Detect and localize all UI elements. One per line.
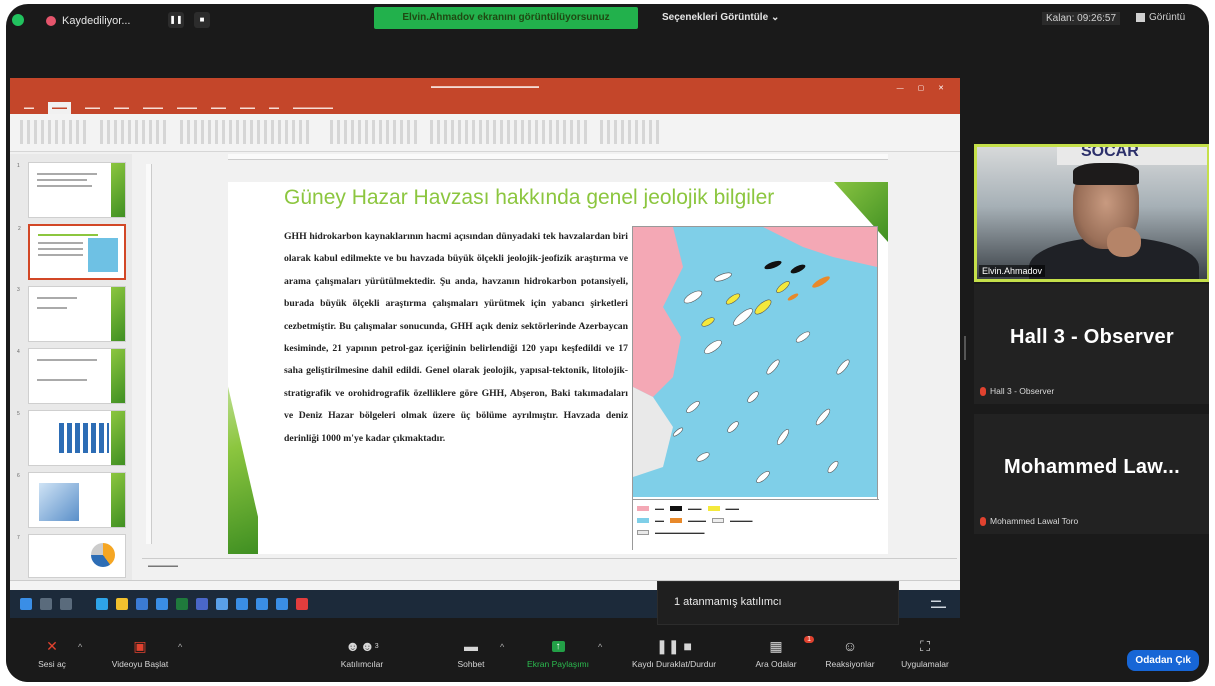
slide-thumbnail[interactable]: 1 <box>17 162 126 218</box>
powerpoint-window-title: ▬▬▬▬▬▬▬▬▬▬▬▬▬▬▬▬▬▬ <box>431 84 539 90</box>
mail-icon[interactable] <box>156 598 168 610</box>
system-tray: ▬▬ ▬▬▬ <box>931 598 946 610</box>
basin-map-image: ▬▬ ▬▬▬ ▬▬▬ ▬▬ ▬▬▬▬ ▬▬▬▬▬ ▬▬▬▬▬▬▬▬▬▬▬ <box>632 226 879 551</box>
mic-muted-icon <box>980 386 986 396</box>
pause-recording-icon[interactable]: ❚❚ <box>168 12 184 28</box>
view-button[interactable]: Görüntü <box>1136 12 1185 23</box>
start-icon[interactable] <box>20 598 32 610</box>
zoom-icon[interactable] <box>216 598 228 610</box>
video-off-icon: ▣ <box>133 637 147 654</box>
grid-icon <box>1136 13 1145 22</box>
meeting-toolbar: ✕ Sesi aç ^ ▣ Videoyu Başlat ^ ☻☻ 3 Katıl… <box>6 632 1209 682</box>
participant-tile-mohammed[interactable]: Mohammed Law... Mohammed Lawal Toro <box>974 414 1209 534</box>
unmute-button[interactable]: ✕ Sesi aç <box>32 637 72 670</box>
view-options-label: Seçenekleri Görüntüle <box>662 12 769 23</box>
breakout-rooms-button[interactable]: ▦ 1 Ara Odalar <box>746 636 814 669</box>
word-icon[interactable] <box>136 598 148 610</box>
leave-meeting-button[interactable]: Odadan Çık <box>1127 650 1199 671</box>
slide-thumbnail[interactable]: 6 <box>17 472 126 528</box>
participants-icon: ☻☻ 3 <box>345 638 379 654</box>
powerpoint-icon[interactable] <box>296 598 308 610</box>
view-options-button[interactable]: Seçenekleri Görüntüle ⌄ <box>662 12 779 23</box>
chevron-up-icon[interactable]: ^ <box>178 642 182 652</box>
mic-muted-icon <box>980 516 986 526</box>
chat-icon: ▬ <box>464 638 478 654</box>
folder-icon[interactable] <box>116 598 128 610</box>
participants-button[interactable]: ☻☻ 3 Katılımcılar <box>328 638 396 669</box>
reactions-button[interactable]: ☺ Reaksiyonlar <box>818 638 882 669</box>
slide-thumbnail[interactable]: 7 <box>17 534 126 578</box>
task-view-icon[interactable] <box>60 598 72 610</box>
zoom-window: Kaydediliyor... ❚❚ ■ Elvin.Ahmadov ekran… <box>6 4 1209 682</box>
chevron-up-icon[interactable]: ^ <box>598 642 602 652</box>
panel-resize-handle[interactable] <box>964 336 966 360</box>
teams-icon[interactable] <box>196 598 208 610</box>
record-icon <box>46 16 56 26</box>
chevron-up-icon[interactable]: ^ <box>500 642 504 652</box>
chat-button[interactable]: ▬ Sohbet <box>446 638 496 669</box>
notes-pane[interactable]: ▬▬▬▬▬▬ <box>142 558 957 572</box>
breakout-rooms-icon: ▦ 1 <box>746 636 814 654</box>
window-controls: — ▢ ✕ <box>896 85 950 92</box>
edge-icon[interactable] <box>96 598 108 610</box>
record-pause-icon: ❚❚ ■ <box>656 637 692 654</box>
top-bar: Kaydediliyor... ❚❚ ■ Elvin.Ahmadov ekran… <box>6 4 1209 36</box>
ribbon <box>10 114 960 152</box>
security-shield-icon[interactable] <box>12 14 24 26</box>
powerpoint-title-bar: ▬▬▬▬▬▬▬▬▬▬▬▬▬▬▬▬▬▬ — ▢ ✕ <box>10 78 960 102</box>
view-button-label: Görüntü <box>1149 12 1186 23</box>
slide-thumbnail[interactable]: 4 <box>17 348 126 404</box>
apps-button[interactable]: ⛶ Uygulamalar <box>888 637 962 670</box>
socar-sign: SOCAR <box>1057 147 1207 165</box>
participant-video-elvin[interactable]: SOCAR Elvin.Ahmadov <box>974 144 1209 282</box>
recording-label: Kaydediliyor... <box>62 15 131 27</box>
app-icon[interactable] <box>256 598 268 610</box>
pause-stop-recording-button[interactable]: ❚❚ ■ Kaydı Duraklat/Durdur <box>612 637 736 670</box>
participant-display-name: Mohammed Law... <box>1003 456 1180 478</box>
stop-recording-icon[interactable]: ■ <box>194 12 210 28</box>
start-video-button[interactable]: ▣ Videoyu Başlat <box>100 637 180 670</box>
screen-share-banner: Elvin.Ahmadov ekranını görüntülüyorsunuz <box>374 7 638 29</box>
map-legend: ▬▬ ▬▬▬ ▬▬▬ ▬▬ ▬▬▬▬ ▬▬▬▬▬ ▬▬▬▬▬▬▬▬▬▬▬ <box>633 499 879 551</box>
participant-name-label: Hall 3 - Observer <box>980 386 1054 396</box>
search-icon[interactable] <box>40 598 52 610</box>
excel-icon[interactable] <box>176 598 188 610</box>
slide-canvas: Güney Hazar Havzası hakkında genel jeolo… <box>228 182 888 554</box>
apps-icon: ⛶ <box>920 637 930 654</box>
participant-display-name: Hall 3 - Observer <box>1009 326 1175 348</box>
chevron-down-icon: ⌄ <box>770 12 780 23</box>
horizontal-ruler <box>228 154 888 160</box>
ribbon-tabs: ▬▬ ▬▬▬ ▬▬▬ ▬▬▬ ▬▬▬▬ ▬▬▬▬ ▬▬▬ ▬▬▬ ▬▬ ▬▬▬▬▬▬▬▬ <box>10 102 960 114</box>
app-icon[interactable] <box>236 598 248 610</box>
participant-name-label: Elvin.Ahmadov <box>979 265 1046 277</box>
vertical-ruler <box>146 164 152 544</box>
share-screen-button[interactable]: ↑ Ekran Paylaşımı <box>518 638 598 669</box>
slide-thumbnail-selected[interactable]: 2 <box>18 224 126 280</box>
participant-name-label: Mohammed Lawal Toro <box>980 516 1078 526</box>
remaining-time: Kalan: 09:26:57 <box>1042 12 1121 25</box>
reactions-icon: ☺ <box>842 638 858 654</box>
slide-thumbnail[interactable]: 3 <box>17 286 126 342</box>
unassigned-participant-tooltip: 1 atanmamış katılımcı <box>658 582 898 624</box>
participant-tile-hall3[interactable]: Hall 3 - Observer Hall 3 - Observer <box>974 284 1209 404</box>
share-screen-icon: ↑ <box>518 638 598 654</box>
mic-muted-icon: ✕ <box>46 637 58 654</box>
slide-body-text: GHH hidrokarbon kaynaklarının hacmi açıs… <box>284 231 628 444</box>
chevron-up-icon[interactable]: ^ <box>78 642 82 652</box>
slide-thumbnail[interactable]: 5 <box>17 410 126 466</box>
shared-screen: ▬▬▬▬▬▬▬▬▬▬▬▬▬▬▬▬▬▬ — ▢ ✕ ▬▬ ▬▬▬ ▬▬▬ ▬▬▬ ▬▬▬▬… <box>10 78 960 618</box>
slide-thumbnails: 1 2 3 4 5 6 7 <box>10 154 132 584</box>
recording-indicator: Kaydediliyor... <box>46 11 130 31</box>
app-icon[interactable] <box>276 598 288 610</box>
slide-title: Güney Hazar Havzası hakkında genel jeolo… <box>284 186 775 209</box>
